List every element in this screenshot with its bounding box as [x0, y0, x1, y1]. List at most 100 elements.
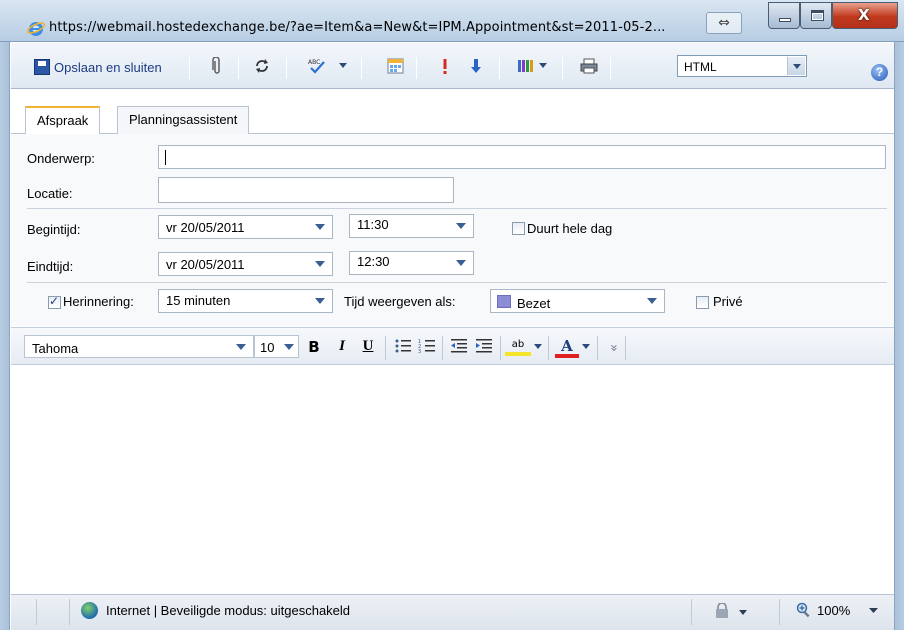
subject-input[interactable]	[158, 145, 886, 169]
toolbar-separator	[238, 57, 239, 79]
end-time-dropdown[interactable]: 12:30	[349, 251, 474, 275]
status-cell	[11, 599, 37, 625]
reminder-label[interactable]: Herinnering:	[63, 294, 134, 309]
private-label[interactable]: Privé	[713, 294, 743, 309]
recurrence-button[interactable]	[252, 56, 272, 76]
browser-window: https://webmail.hostedexchange.be/?ae=It…	[0, 0, 904, 630]
highlight-button[interactable]: ab	[505, 338, 531, 356]
status-cell	[37, 599, 70, 625]
tab-bar: Afspraak Planningsassistent	[11, 90, 894, 135]
reminder-checkbox[interactable]	[48, 294, 61, 309]
location-input[interactable]	[158, 177, 454, 203]
print-button[interactable]	[579, 56, 599, 76]
maximize-icon	[811, 10, 824, 21]
formatting-toolbar: Tahoma 10 B I U 123 ab A »	[11, 327, 894, 365]
message-format-value: HTML	[684, 60, 717, 74]
font-size-dropdown[interactable]: 10	[254, 335, 299, 358]
attach-file-button[interactable]	[207, 56, 227, 76]
invite-attendees-button[interactable]	[386, 56, 406, 76]
magnifier-icon	[796, 602, 810, 618]
toolbar-separator	[597, 336, 598, 360]
minimize-icon	[779, 18, 791, 22]
start-date-dropdown[interactable]: vr 20/05/2011	[158, 215, 333, 239]
close-button[interactable]: X	[832, 2, 898, 29]
toolbar-separator	[625, 336, 626, 360]
subject-label: Onderwerp:	[27, 151, 95, 166]
tab-afspraak[interactable]: Afspraak	[25, 106, 101, 135]
categories-dropdown[interactable]	[533, 56, 553, 76]
chevron-down-icon	[339, 63, 347, 68]
maximize-button[interactable]	[800, 2, 832, 29]
appointment-form: Onderwerp: Locatie: Begintijd: vr 20/05/…	[11, 134, 894, 326]
window-title: https://webmail.hostedexchange.be/?ae=It…	[49, 20, 666, 35]
reminder-value: 15 minuten	[166, 293, 231, 308]
end-date-dropdown[interactable]: vr 20/05/2011	[158, 252, 333, 276]
chevron-down-icon	[235, 343, 247, 353]
underline-button[interactable]: U	[359, 338, 377, 358]
calendar-grid-icon	[387, 58, 404, 74]
internet-explorer-icon	[27, 22, 45, 36]
font-color-dropdown[interactable]	[580, 338, 592, 358]
decrease-indent-button[interactable]	[448, 338, 470, 358]
end-time-value: 12:30	[357, 254, 390, 269]
spelling-check-button[interactable]: ABC	[307, 56, 327, 76]
font-color-button[interactable]: A	[555, 338, 579, 358]
zoom-control[interactable]: 100%	[789, 599, 889, 625]
status-bar: Internet | Beveiligde modus: uitgeschake…	[11, 594, 894, 630]
chevron-down-icon	[314, 260, 326, 270]
save-and-close-button[interactable]: Opslaan en sluiten	[34, 56, 162, 78]
increase-indent-button[interactable]	[473, 338, 495, 358]
toolbar-separator	[189, 57, 190, 79]
security-zone-text[interactable]: Internet | Beveiligde modus: uitgeschake…	[106, 603, 350, 618]
show-as-dropdown[interactable]: Bezet	[490, 289, 665, 313]
protected-mode-button[interactable]	[712, 602, 752, 621]
toolbar-separator	[548, 336, 549, 360]
font-size-value: 10	[260, 340, 275, 355]
high-importance-button[interactable]	[435, 56, 455, 76]
message-format-select[interactable]: HTML	[677, 55, 807, 77]
spelling-options-dropdown[interactable]	[333, 56, 353, 76]
highlight-color-dropdown[interactable]	[532, 338, 544, 358]
tab-planningsassistent[interactable]: Planningsassistent	[117, 106, 250, 134]
paperclip-icon	[212, 57, 220, 74]
bold-button[interactable]: B	[305, 338, 323, 358]
all-day-label[interactable]: Duurt hele dag	[527, 221, 612, 236]
start-time-dropdown[interactable]: 11:30	[349, 214, 474, 238]
start-time-label: Begintijd:	[27, 222, 81, 237]
toolbar-separator	[610, 57, 611, 79]
message-body-editor[interactable]	[11, 366, 894, 594]
chevron-down-icon	[869, 608, 878, 613]
indent-icon	[476, 339, 492, 353]
reminder-dropdown[interactable]: 15 minuten	[158, 289, 333, 313]
show-as-value: Bezet	[517, 296, 551, 311]
end-time-label: Eindtijd:	[27, 259, 74, 274]
toolbar-separator	[499, 57, 500, 79]
font-name-dropdown[interactable]: Tahoma	[24, 335, 254, 358]
chevron-double-icon: »	[606, 344, 621, 352]
all-day-checkbox[interactable]	[512, 222, 525, 235]
font-name-value: Tahoma	[32, 341, 79, 356]
resize-arrows-icon[interactable]: ⇔	[706, 12, 742, 34]
minimize-button[interactable]	[768, 2, 800, 29]
font-color-icon: A	[561, 337, 573, 355]
title-bar: https://webmail.hostedexchange.be/?ae=It…	[0, 0, 904, 42]
chevron-down-icon	[455, 259, 467, 269]
chevron-down-icon	[539, 63, 547, 68]
bulleted-list-button[interactable]	[392, 338, 414, 358]
numbered-list-button[interactable]: 123	[416, 338, 438, 358]
low-importance-button[interactable]	[466, 56, 486, 76]
save-and-close-label: Opslaan en sluiten	[54, 59, 162, 75]
busy-color-swatch	[497, 295, 511, 308]
exclamation-icon	[443, 59, 447, 74]
italic-button[interactable]: I	[333, 338, 351, 358]
private-checkbox[interactable]	[696, 296, 709, 309]
more-formatting-button[interactable]: »	[601, 340, 621, 356]
bullet-list-icon	[395, 339, 411, 353]
spell-check-icon: ABC	[308, 59, 325, 74]
chevron-down-icon	[283, 343, 295, 353]
chevron-down-icon	[646, 297, 658, 307]
help-icon[interactable]: ?	[871, 64, 888, 81]
svg-text:ABC: ABC	[308, 59, 320, 66]
status-divider	[779, 599, 780, 625]
printer-icon	[580, 58, 598, 74]
